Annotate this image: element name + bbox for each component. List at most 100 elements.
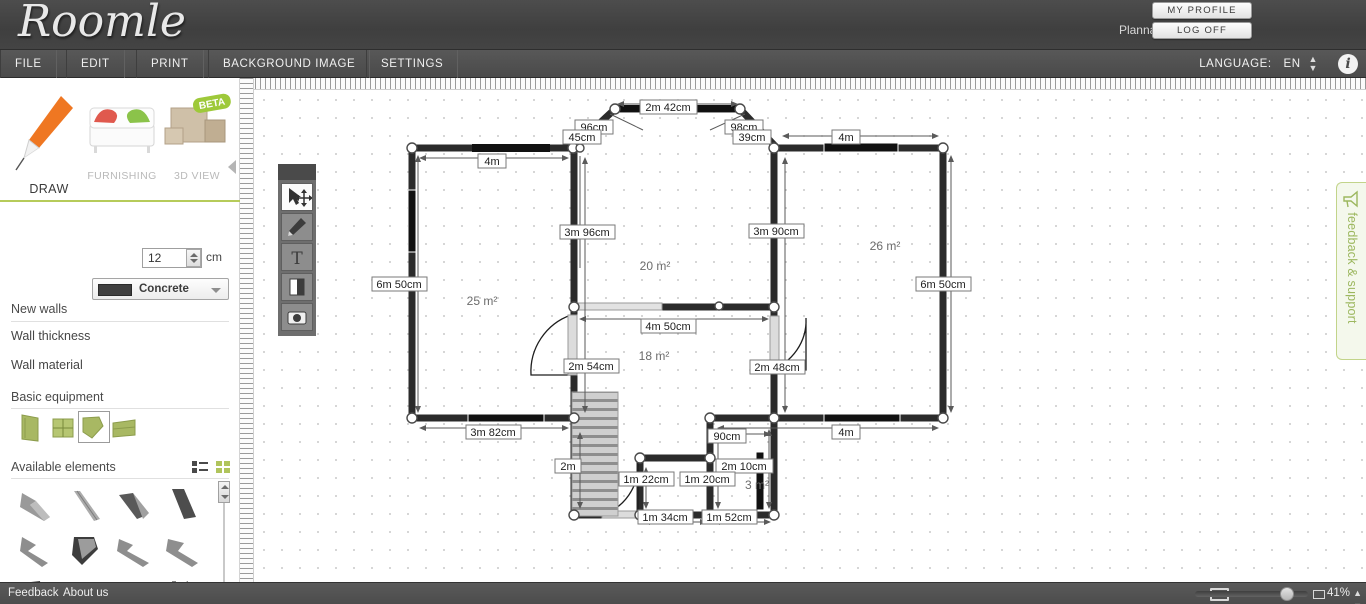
dimension-label: 1m 20cm [679,471,736,487]
roomle-logo: Roomle [18,0,186,47]
dimension-label: 4m 50cm [640,318,697,334]
mode-selector: DRAW FURNISHING BETA 3D VIEW [0,86,240,271]
zoom-slider[interactable] [1195,587,1308,601]
scroll-down-icon[interactable] [221,495,229,499]
roomle-app: Roomle Planname * MY PROFILE LOG OFF FIL… [0,0,1366,604]
zoom-percentage: 41% [1326,587,1350,599]
svg-text:2m 10cm: 2m 10cm [721,461,766,473]
new-walls-label: New walls [11,302,68,316]
mode-furnishing[interactable]: FURNISHING [84,86,160,182]
svg-text:3m 82cm: 3m 82cm [470,427,515,439]
fill-tool[interactable] [281,273,313,301]
language-selector[interactable]: LANGUAGE: EN ▲ ▼ [1199,50,1318,78]
element-thumb[interactable] [162,529,208,573]
wall-material-select[interactable]: Concrete [92,278,229,300]
dimension-label: 3m 96cm [559,224,616,240]
element-thumb[interactable] [14,483,60,527]
svg-text:1m 52cm: 1m 52cm [706,512,751,524]
area-label: 26 m² [870,239,901,253]
wall-thickness-unit: cm [206,250,222,264]
mode-3d-view[interactable]: BETA 3D VIEW [159,86,235,182]
scrollbar-thumb[interactable] [218,481,230,503]
stepper-down-icon[interactable] [190,259,198,263]
menu-item-print[interactable]: PRINT [136,50,204,78]
log-off-button[interactable]: LOG OFF [1152,22,1252,39]
feedback-support-tab[interactable]: feedback & support [1336,182,1366,360]
left-sidebar: DRAW FURNISHING BETA 3D VIEW New walls W… [0,78,240,599]
mode-furnishing-label: FURNISHING [87,170,157,182]
wall-material-value: Concrete [139,283,189,295]
svg-text:4m: 4m [838,132,853,144]
equipment-wall[interactable] [109,411,141,443]
element-thumb[interactable] [14,529,60,573]
svg-text:1m 20cm: 1m 20cm [684,474,729,486]
wall-thickness-stepper[interactable] [186,249,201,267]
dimension-label: 3m 90cm [748,223,805,239]
floorplan-canvas[interactable]: .wall { stroke:#2b2b2b; stroke-width:7; … [240,78,1366,582]
svg-text:45cm: 45cm [569,132,596,144]
new-walls-rule [11,321,229,322]
dimension-label: 4m [477,153,507,169]
camera-tool[interactable] [281,303,313,331]
basic-equipment-rule [11,408,229,409]
dimension-label: 1m 34cm [637,509,694,525]
chevron-down-icon[interactable] [211,288,221,293]
sidebar-collapse-arrow[interactable] [228,160,236,174]
grid-view-icon[interactable] [216,460,232,474]
footer-about-link[interactable]: About us [63,587,108,599]
my-profile-button[interactable]: MY PROFILE [1152,2,1252,19]
feedback-support-label: feedback & support [1345,212,1359,324]
mode-divider [0,200,240,202]
footer-feedback-link[interactable]: Feedback [8,587,59,599]
dimension-label: 1m 22cm [618,471,675,487]
svg-text:4m: 4m [838,427,853,439]
dimension-label: 90cm [707,428,747,444]
app-header: Roomle Planname * MY PROFILE LOG OFF [0,0,1366,50]
zoom-stepper[interactable]: ▲▼ [1353,587,1362,604]
chevron-updown-icon[interactable]: ▲ ▼ [1308,54,1318,73]
zoom-in-icon[interactable] [1313,590,1325,599]
dimension-label: 2m 54cm [563,358,620,374]
svg-text:2m 42cm: 2m 42cm [645,102,690,114]
app-footer: Feedback About us 41% ▲▼ [0,582,1366,604]
mode-draw[interactable]: DRAW [11,86,87,196]
menu-item-edit[interactable]: EDIT [66,50,125,78]
draw-pencil-tool[interactable] [281,213,313,241]
element-thumb[interactable] [162,483,208,527]
select-move-tool[interactable] [281,183,313,211]
walls-group[interactable] [408,105,947,519]
menu-item-file[interactable]: FILE [0,50,57,78]
dimension-label: 4m [831,129,861,145]
tool-palette-handle[interactable] [278,164,316,180]
mode-draw-label: DRAW [29,182,69,196]
svg-text:1m 34cm: 1m 34cm [642,512,687,524]
dimension-label: 1m 52cm [701,509,758,525]
dimension-label: 39cm [732,129,772,145]
main-menubar: FILE EDIT PRINT BACKGROUND IMAGE SETTING… [0,50,1366,78]
element-thumb[interactable] [113,483,159,527]
equipment-door[interactable] [16,411,48,443]
area-label: 3 m² [745,478,769,492]
svg-text:3m 96cm: 3m 96cm [564,227,609,239]
wall-material-label: Wall material [11,358,83,372]
language-value: EN [1283,58,1301,70]
zoom-slider-thumb[interactable] [1280,587,1294,601]
floorplan-drawing[interactable]: .wall { stroke:#2b2b2b; stroke-width:7; … [240,78,1366,582]
info-icon[interactable]: i [1338,54,1358,74]
text-tool[interactable]: T [281,243,313,271]
svg-text:4m: 4m [484,156,499,168]
element-thumb[interactable] [64,529,110,573]
dimension-label: 2m [554,458,582,474]
scroll-up-icon[interactable] [221,485,229,489]
stairs-element[interactable] [571,391,619,517]
menu-item-background-image[interactable]: BACKGROUND IMAGE [208,50,371,78]
equipment-window[interactable] [47,411,79,443]
stepper-up-icon[interactable] [190,253,198,257]
dimension-label: 2m 48cm [749,359,806,375]
menu-item-settings[interactable]: SETTINGS [366,50,459,78]
equipment-stairs[interactable] [78,411,110,443]
list-view-icon[interactable] [192,460,208,474]
element-thumb[interactable] [64,483,110,527]
element-thumb[interactable] [113,529,159,573]
tool-palette[interactable]: T [278,164,316,336]
